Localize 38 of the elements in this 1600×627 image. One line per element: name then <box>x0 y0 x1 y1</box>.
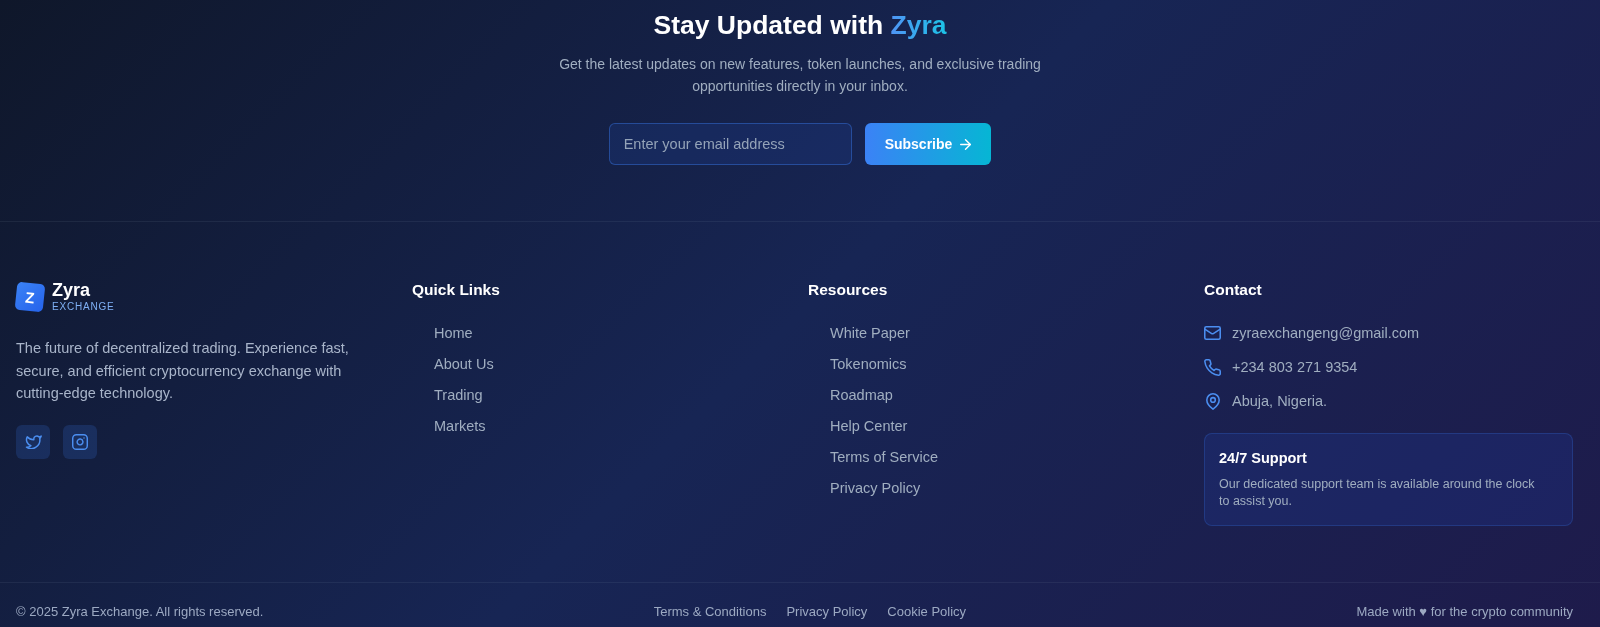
column-heading: Resources <box>808 280 888 300</box>
phone-icon <box>1204 358 1221 376</box>
footer-link[interactable]: White Paper <box>830 323 910 343</box>
footer-link[interactable]: Help Center <box>830 416 908 436</box>
footer-link[interactable]: Markets <box>434 416 486 436</box>
legal-link[interactable]: Privacy Policy <box>786 602 868 621</box>
footer-link[interactable]: Tokenomics <box>830 354 907 374</box>
footer-link[interactable]: Terms of Service <box>830 447 938 467</box>
legal-link[interactable]: Cookie Policy <box>887 602 967 621</box>
arrow-right-icon <box>960 138 972 150</box>
address-text: Abuja, Nigeria. <box>1232 392 1328 411</box>
brand-name: Zyra <box>52 280 91 300</box>
footer-link[interactable]: Home <box>434 323 473 343</box>
support-title: 24/7 Support <box>1219 449 1308 467</box>
mail-icon <box>1204 326 1221 340</box>
footer-link[interactable]: About Us <box>434 354 494 374</box>
support-text: Our dedicated support team is available around the clock to assist you. <box>1219 475 1536 510</box>
copyright-text: © 2025 Zyra Exchange. All rights reserved. <box>16 602 264 621</box>
brand-tagline: EXCHANGE <box>52 300 115 314</box>
bird-icon <box>24 434 42 449</box>
brand-description: The future of decentralized trading. Experience fast, secure, and efficient cryptocurrency exchange with cutting-edge technology. <box>16 339 350 403</box>
email-address: zyraexchangeng@gmail.com <box>1232 324 1420 343</box>
column-heading: Contact <box>1204 280 1262 300</box>
newsletter-description: Get the latest updates on new features, token launches, and exclusive trading opportunities directly in your inbox. <box>558 55 1042 96</box>
column-heading: Quick Links <box>412 280 500 300</box>
map-pin-icon <box>1205 392 1220 410</box>
phone-number: +234 803 271 9354 <box>1232 358 1358 377</box>
footer-link[interactable]: Roadmap <box>830 385 893 405</box>
footer-link[interactable]: Privacy Policy <box>830 478 921 498</box>
email-field[interactable]: Enter your email address <box>608 123 852 165</box>
social-link[interactable] <box>16 424 50 459</box>
social-link[interactable] <box>63 424 97 459</box>
camera-icon <box>72 433 88 450</box>
footer-link[interactable]: Trading <box>434 385 483 405</box>
newsletter-title: Stay Updated with Zyra <box>653 9 947 42</box>
legal-link[interactable]: Terms & Conditions <box>653 602 767 621</box>
made-with-text: Made with ♥ for the crypto community <box>1356 602 1573 621</box>
logo-mark: Z <box>14 281 46 313</box>
